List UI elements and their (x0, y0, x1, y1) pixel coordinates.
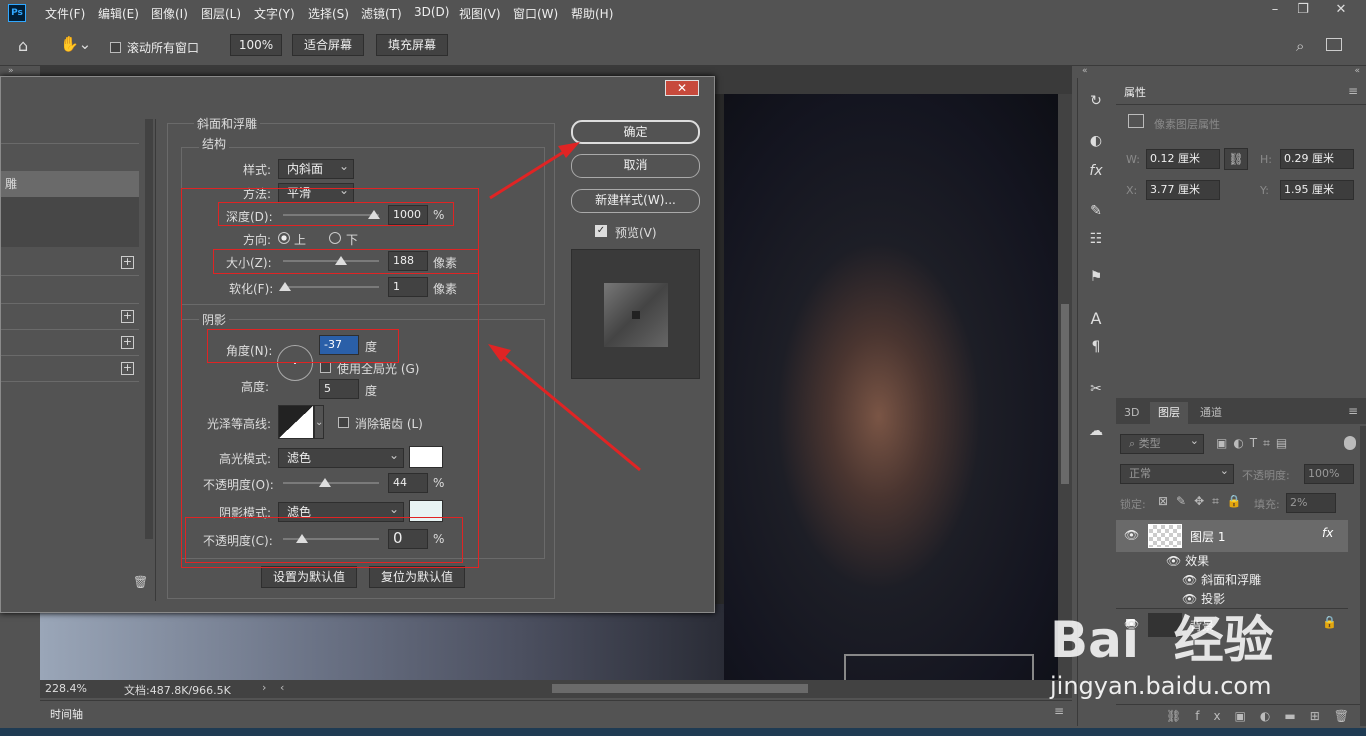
arrow-to-ok (489, 146, 571, 200)
baidu-watermark: Bai 经验 (1050, 611, 1274, 669)
arrow-to-ok-head (558, 142, 580, 158)
baidu-watermark-url: jingyan.baidu.com (1050, 672, 1272, 700)
arrow-to-settings (499, 352, 641, 472)
